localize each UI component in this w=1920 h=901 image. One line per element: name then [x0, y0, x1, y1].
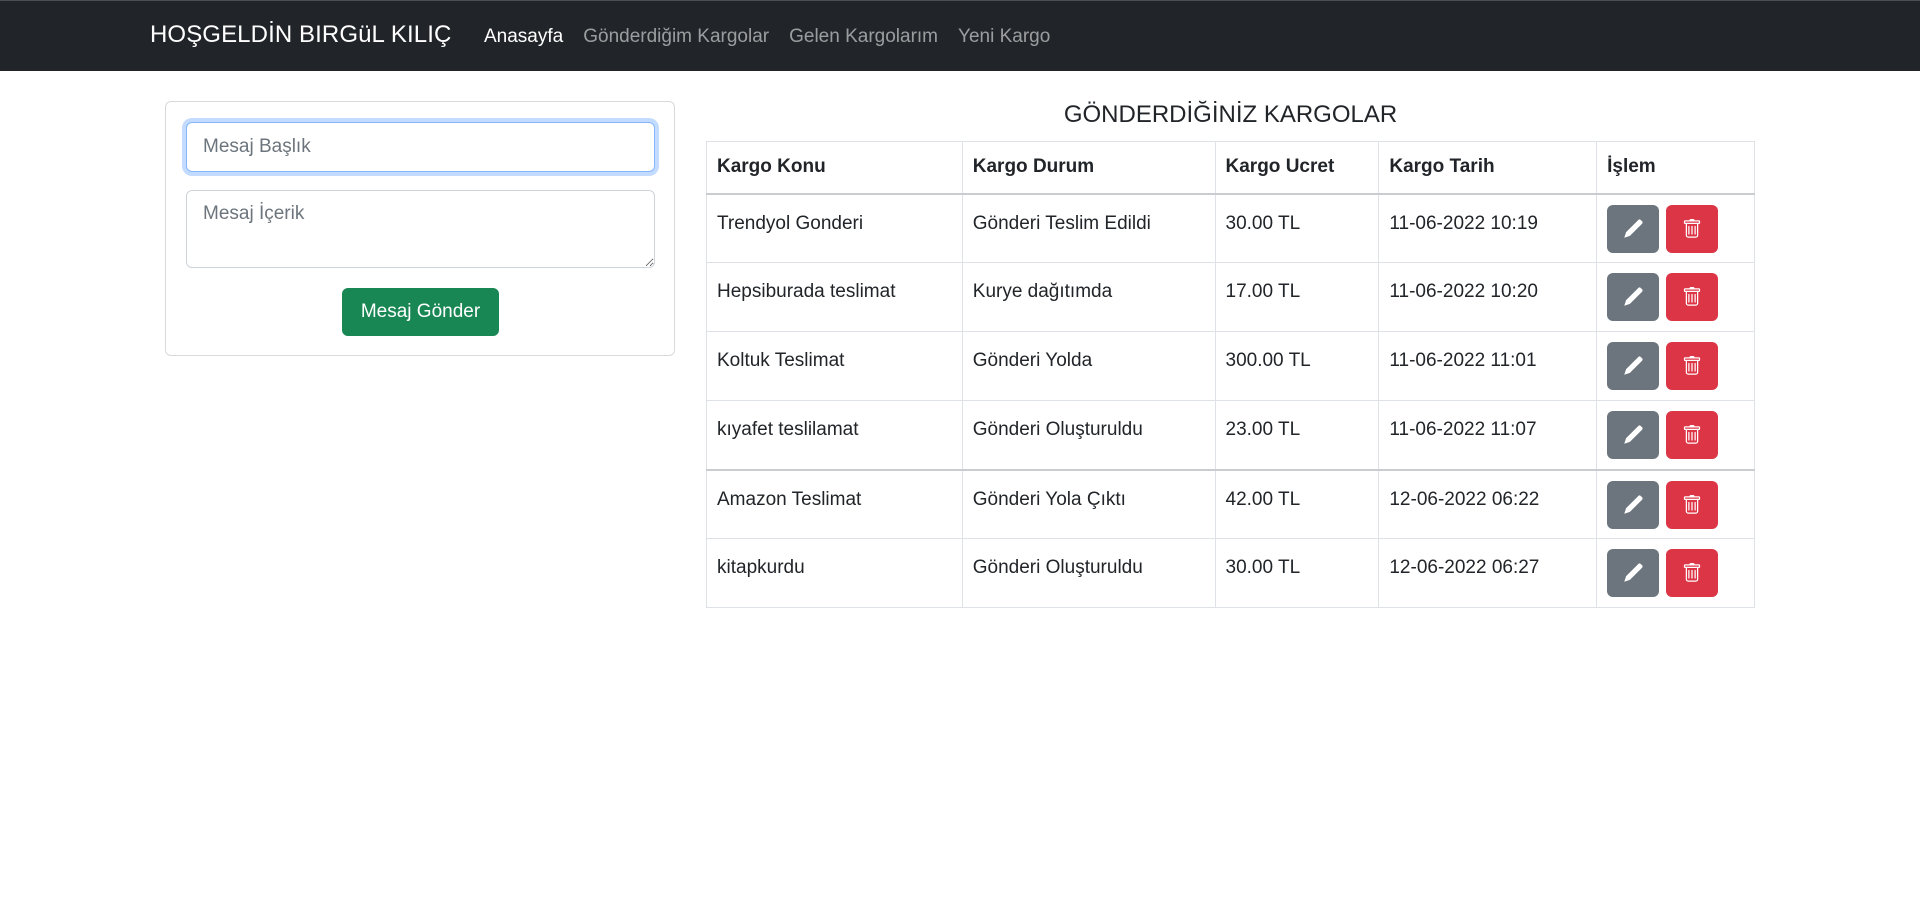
- cell-durum: Kurye dağıtımda: [961, 262, 1216, 332]
- pencil-icon: [1624, 425, 1643, 444]
- delete-button[interactable]: [1666, 549, 1719, 597]
- cell-konu: Hepsiburada teslimat: [706, 262, 963, 332]
- cell-actions: [1596, 193, 1755, 263]
- cell-durum: Gönderi Oluşturuldu: [961, 400, 1216, 470]
- cell-tarih: 11-06-2022 10:20: [1378, 262, 1598, 332]
- cargo-table-title: GÖNDERDİĞİNİZ KARGOLAR: [1063, 101, 1398, 128]
- table-row: Trendyol Gonderi Gönderi Teslim Edildi 3…: [706, 193, 1755, 263]
- trash-icon: [1684, 356, 1701, 375]
- cell-durum: Gönderi Yolda: [961, 331, 1216, 401]
- delete-button[interactable]: [1666, 480, 1719, 529]
- delete-button[interactable]: [1666, 273, 1719, 321]
- table-row: kitapkurdu Gönderi Oluşturuldu 30.00 TL …: [706, 538, 1755, 608]
- delete-button[interactable]: [1666, 411, 1719, 459]
- nav-link-anasayfa[interactable]: Anasayfa: [484, 26, 563, 48]
- edit-button[interactable]: [1607, 480, 1660, 529]
- delete-button[interactable]: [1666, 204, 1719, 253]
- pencil-icon: [1624, 219, 1643, 238]
- cell-actions: [1596, 331, 1755, 401]
- cell-ucret: 23.00 TL: [1214, 400, 1380, 470]
- cell-ucret: 30.00 TL: [1214, 193, 1380, 263]
- trash-icon: [1684, 494, 1701, 514]
- message-title-input[interactable]: [186, 122, 655, 172]
- header-islem: İşlem: [1596, 141, 1755, 195]
- message-form-card: Mesaj Gönder: [165, 101, 675, 356]
- pencil-icon: [1624, 563, 1643, 582]
- header-kargo-tarih: Kargo Tarih: [1378, 141, 1598, 195]
- header-kargo-konu: Kargo Konu: [706, 141, 963, 195]
- pencil-icon: [1624, 356, 1643, 375]
- header-kargo-durum: Kargo Durum: [961, 141, 1216, 195]
- edit-button[interactable]: [1607, 549, 1660, 597]
- cell-tarih: 11-06-2022 11:01: [1378, 331, 1598, 401]
- trash-icon: [1684, 218, 1701, 238]
- cell-ucret: 42.00 TL: [1214, 468, 1380, 539]
- cell-actions: [1596, 262, 1755, 332]
- edit-button[interactable]: [1607, 342, 1660, 390]
- trash-icon: [1684, 425, 1701, 444]
- pencil-icon: [1624, 495, 1643, 514]
- cell-durum: Gönderi Yola Çıktı: [961, 468, 1216, 539]
- nav-link-gelen-kargolarim[interactable]: Gelen Kargolarım: [789, 26, 938, 48]
- cell-konu: kitapkurdu: [706, 538, 963, 608]
- cell-actions: [1596, 468, 1755, 539]
- edit-button[interactable]: [1607, 411, 1660, 459]
- delete-button[interactable]: [1666, 342, 1719, 390]
- nav-link-yeni-kargo[interactable]: Yeni Kargo: [958, 26, 1050, 48]
- header-kargo-ucret: Kargo Ucret: [1214, 141, 1380, 195]
- cell-actions: [1596, 400, 1755, 470]
- nav-links: Anasayfa Gönderdiğim Kargolar Gelen Karg…: [484, 26, 1070, 48]
- cell-tarih: 11-06-2022 10:19: [1378, 193, 1598, 263]
- cell-konu: Amazon Teslimat: [706, 468, 963, 539]
- cell-durum: Gönderi Oluşturuldu: [961, 538, 1216, 608]
- navbar-brand[interactable]: HOŞGELDİN BIRGüL KILIÇ: [150, 21, 451, 49]
- trash-icon: [1684, 563, 1701, 582]
- cargo-table: Kargo Konu Kargo Durum Kargo Ucret Kargo…: [706, 141, 1755, 608]
- top-navbar: HOŞGELDİN BIRGüL KILIÇ Anasayfa Gönderdi…: [0, 0, 1920, 71]
- table-row: Hepsiburada teslimat Kurye dağıtımda 17.…: [706, 262, 1755, 332]
- cell-actions: [1596, 538, 1755, 608]
- cell-durum: Gönderi Teslim Edildi: [961, 193, 1216, 263]
- send-message-button[interactable]: Mesaj Gönder: [342, 288, 499, 336]
- edit-button[interactable]: [1607, 273, 1660, 321]
- cell-konu: Trendyol Gonderi: [706, 193, 963, 263]
- table-row: kıyafet teslilamat Gönderi Oluşturuldu 2…: [706, 400, 1755, 470]
- trash-icon: [1684, 287, 1701, 306]
- cell-konu: Koltuk Teslimat: [706, 331, 963, 401]
- message-body-textarea[interactable]: [186, 190, 655, 268]
- cell-ucret: 300.00 TL: [1214, 331, 1380, 401]
- cell-tarih: 11-06-2022 11:07: [1378, 400, 1598, 470]
- edit-button[interactable]: [1607, 204, 1660, 253]
- cell-tarih: 12-06-2022 06:27: [1378, 538, 1598, 608]
- cell-tarih: 12-06-2022 06:22: [1378, 468, 1598, 539]
- cell-konu: kıyafet teslilamat: [706, 400, 963, 470]
- pencil-icon: [1624, 287, 1643, 306]
- cell-ucret: 30.00 TL: [1214, 538, 1380, 608]
- nav-link-gonderdigim-kargolar[interactable]: Gönderdiğim Kargolar: [583, 26, 769, 48]
- table-row: Koltuk Teslimat Gönderi Yolda 300.00 TL …: [706, 331, 1755, 401]
- table-header-row: Kargo Konu Kargo Durum Kargo Ucret Kargo…: [706, 141, 1755, 195]
- cell-ucret: 17.00 TL: [1214, 262, 1380, 332]
- table-row: Amazon Teslimat Gönderi Yola Çıktı 42.00…: [706, 468, 1755, 539]
